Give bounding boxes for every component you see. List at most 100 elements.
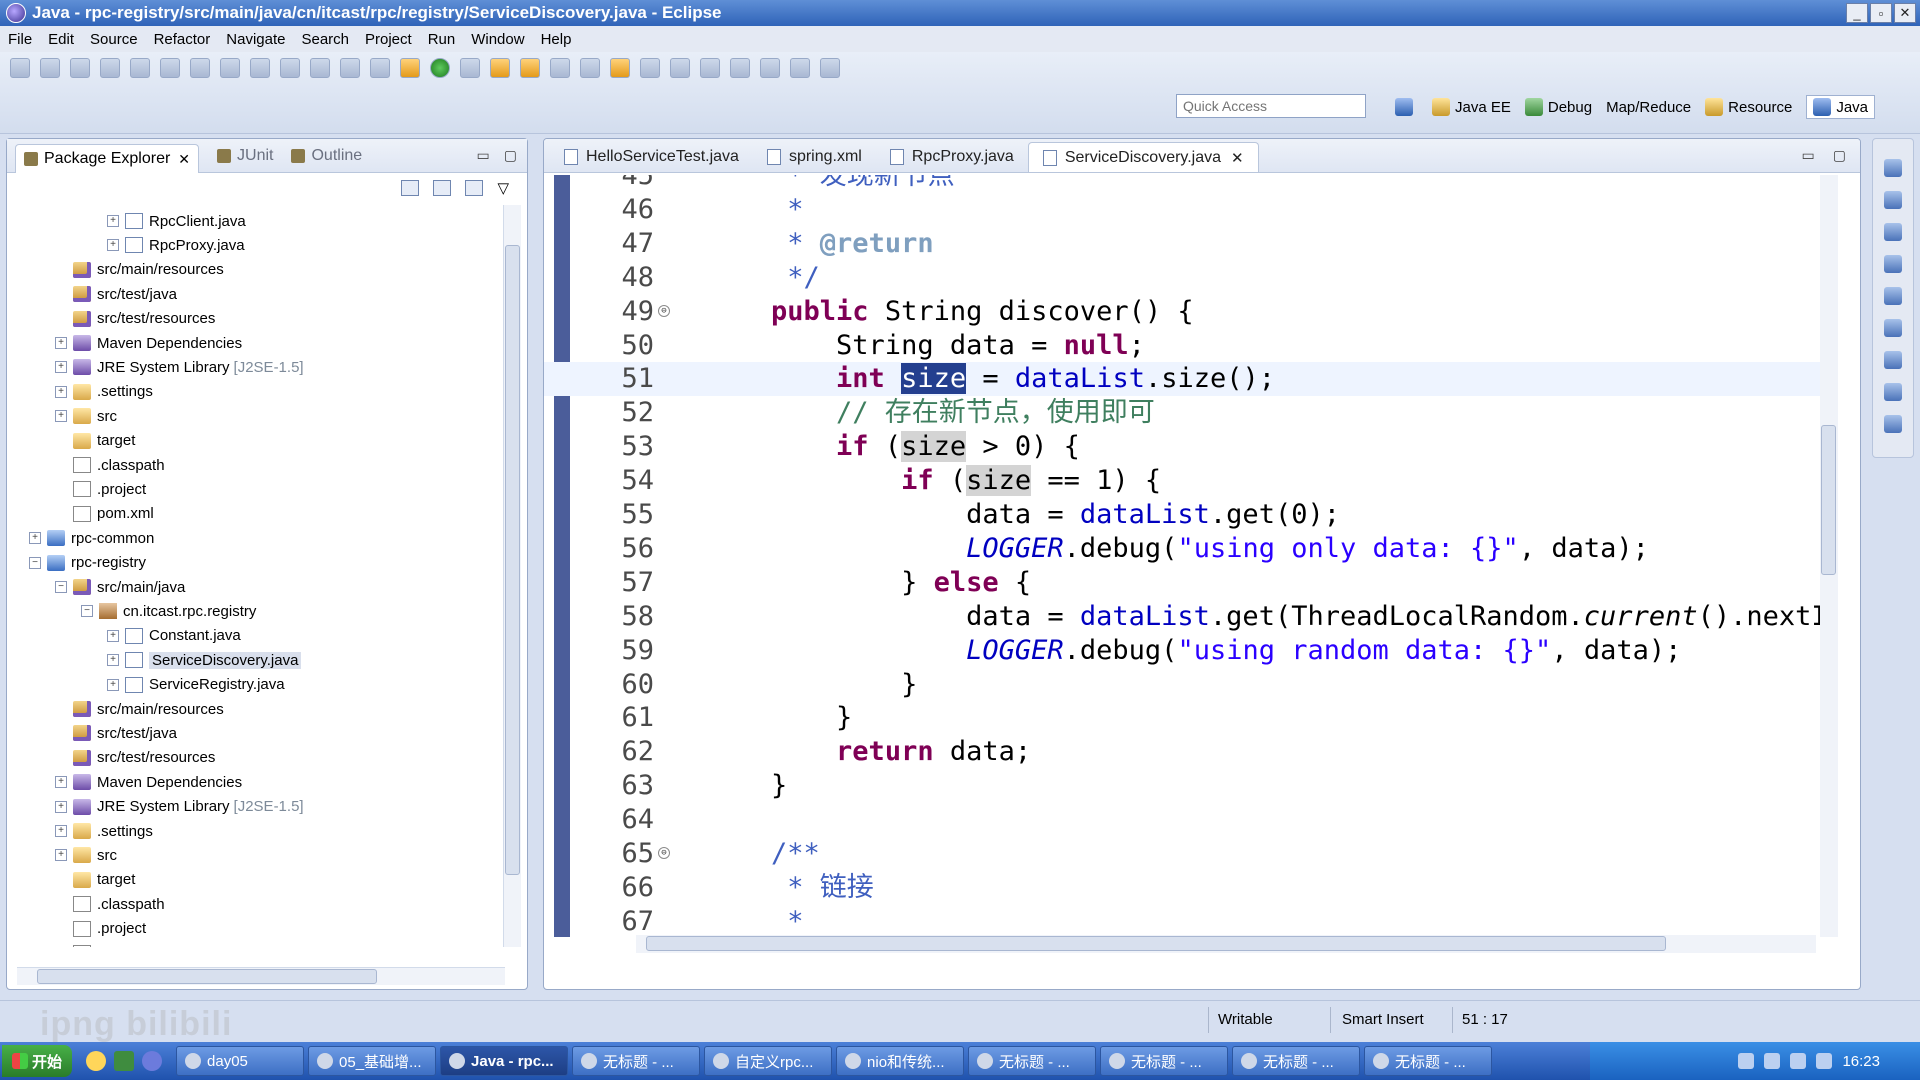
- taskbar-task[interactable]: Java - rpc...: [440, 1046, 569, 1076]
- editor-tab[interactable]: spring.xml: [753, 142, 876, 172]
- scroll-thumb[interactable]: [37, 969, 377, 984]
- perspective-java-ee[interactable]: Java EE: [1432, 98, 1511, 116]
- tray-icon[interactable]: [1764, 1053, 1781, 1069]
- open-type-icon[interactable]: [220, 58, 240, 78]
- run-icon[interactable]: [430, 58, 450, 78]
- tray-icon[interactable]: [1738, 1053, 1755, 1069]
- search-view-icon[interactable]: [1884, 287, 1902, 305]
- editor-tab[interactable]: ServiceDiscovery.java ✕: [1027, 142, 1259, 172]
- tree-item[interactable]: + JRE System Library [J2SE-1.5]: [55, 795, 304, 819]
- expand-icon[interactable]: +: [107, 654, 119, 667]
- tree-item[interactable]: .project: [55, 477, 146, 501]
- tree-item[interactable]: src/test/java: [55, 721, 177, 745]
- browser-icon[interactable]: [86, 1051, 107, 1071]
- close-button[interactable]: ✕: [1894, 3, 1916, 23]
- menu-search[interactable]: Search: [301, 31, 349, 48]
- tree-item[interactable]: + ServiceRegistry.java: [107, 673, 285, 697]
- taskbar-task[interactable]: 05_基础增...: [308, 1046, 437, 1076]
- open-perspective-button[interactable]: [1395, 98, 1418, 116]
- new-java-project-icon[interactable]: [130, 58, 150, 78]
- close-icon[interactable]: ✕: [178, 151, 190, 168]
- maximize-editor-icon[interactable]: ▢: [1833, 147, 1846, 164]
- expand-icon[interactable]: +: [107, 239, 119, 252]
- pin-icon[interactable]: [820, 58, 840, 78]
- quick-access-input[interactable]: [1176, 94, 1366, 118]
- maximize-view-icon[interactable]: ▢: [504, 147, 517, 164]
- annotation-icon[interactable]: [580, 58, 600, 78]
- save-icon[interactable]: [40, 58, 60, 78]
- tab-outline[interactable]: Outline: [291, 147, 362, 165]
- external-tools-icon[interactable]: [460, 58, 480, 78]
- debug-icon[interactable]: [400, 58, 420, 78]
- tree-item[interactable]: + .settings: [55, 380, 153, 404]
- taskbar-task[interactable]: 无标题 - ...: [1364, 1046, 1493, 1076]
- menu-window[interactable]: Window: [471, 31, 524, 48]
- view-menu-icon[interactable]: ▽: [497, 179, 509, 197]
- tree-horizontal-scrollbar[interactable]: [17, 967, 505, 985]
- network-icon[interactable]: [1790, 1053, 1807, 1069]
- collapse-icon[interactable]: −: [81, 605, 93, 618]
- menu-run[interactable]: Run: [428, 31, 456, 48]
- problems-icon[interactable]: [1884, 191, 1902, 209]
- expand-icon[interactable]: +: [55, 410, 67, 423]
- tree-item[interactable]: .classpath: [55, 892, 165, 916]
- tree-item[interactable]: src/test/resources: [55, 307, 215, 331]
- editor-tab[interactable]: HelloServiceTest.java: [550, 142, 753, 172]
- scroll-thumb[interactable]: [505, 245, 520, 875]
- tree-vertical-scrollbar[interactable]: [503, 205, 521, 947]
- code-area[interactable]: 45 * 发现新节点 46 * 47 * @return 48 */49 ⊖ publi…: [544, 175, 1834, 937]
- refresh-icon[interactable]: [160, 58, 180, 78]
- tab-package-explorer[interactable]: Package Explorer ✕: [15, 144, 200, 173]
- taskbar-task[interactable]: 自定义rpc...: [704, 1046, 833, 1076]
- start-button[interactable]: 开始: [2, 1045, 73, 1077]
- fold-toggle-icon[interactable]: ⊖: [658, 847, 670, 859]
- console-icon[interactable]: [1884, 319, 1902, 337]
- tree-item[interactable]: .project: [55, 917, 146, 941]
- expand-icon[interactable]: +: [55, 361, 67, 374]
- redo-icon[interactable]: [280, 58, 300, 78]
- perspective-resource[interactable]: Resource: [1705, 98, 1792, 116]
- collapse-all-icon[interactable]: [401, 180, 420, 196]
- undo-icon[interactable]: [250, 58, 270, 78]
- menu-help[interactable]: Help: [541, 31, 572, 48]
- link-with-editor-icon[interactable]: [433, 180, 452, 196]
- minimize-editor-icon[interactable]: ▭: [1802, 147, 1815, 164]
- taskbar-task[interactable]: nio和传统...: [836, 1046, 965, 1076]
- progress-icon[interactable]: [1884, 351, 1902, 369]
- restore-button[interactable]: ▫: [1870, 3, 1892, 23]
- new-icon[interactable]: [10, 58, 30, 78]
- menu-project[interactable]: Project: [365, 31, 412, 48]
- tree-item[interactable]: + JRE System Library [J2SE-1.5]: [55, 355, 304, 379]
- filter-icon[interactable]: [465, 180, 484, 196]
- javadoc-icon[interactable]: [1884, 223, 1902, 241]
- previous-annotation-icon[interactable]: [730, 58, 750, 78]
- volume-icon[interactable]: [1816, 1053, 1833, 1069]
- suspend-icon[interactable]: [340, 58, 360, 78]
- expand-icon[interactable]: +: [107, 215, 119, 227]
- tab-junit[interactable]: JUnit: [217, 147, 273, 165]
- tree-item[interactable]: + src: [55, 843, 117, 867]
- menu-refactor[interactable]: Refactor: [154, 31, 211, 48]
- taskbar-task[interactable]: 无标题 - ...: [1100, 1046, 1229, 1076]
- expand-icon[interactable]: +: [107, 629, 119, 642]
- declaration-icon[interactable]: [1884, 255, 1902, 273]
- desktop-icon[interactable]: [114, 1051, 135, 1071]
- tree-item[interactable]: .classpath: [55, 453, 165, 477]
- expand-icon[interactable]: +: [55, 776, 67, 789]
- expand-icon[interactable]: +: [55, 800, 67, 813]
- tree-item[interactable]: + Maven Dependencies: [55, 331, 242, 355]
- expand-icon[interactable]: +: [55, 825, 67, 837]
- collapse-icon[interactable]: −: [55, 581, 67, 593]
- menu-source[interactable]: Source: [90, 31, 138, 48]
- tree-item[interactable]: + ServiceDiscovery.java: [107, 648, 302, 672]
- menu-edit[interactable]: Edit: [48, 31, 74, 48]
- tree-item[interactable]: + RpcProxy.java: [107, 233, 245, 257]
- tree-item[interactable]: pom.xml: [55, 941, 154, 947]
- scroll-thumb[interactable]: [646, 936, 1666, 951]
- minimize-button[interactable]: _: [1846, 3, 1868, 23]
- close-icon[interactable]: ✕: [1231, 149, 1244, 167]
- expand-icon[interactable]: +: [55, 337, 67, 349]
- tree-item[interactable]: + Maven Dependencies: [55, 770, 242, 794]
- tree-item[interactable]: − src/main/java: [55, 575, 185, 599]
- save-all-icon[interactable]: [70, 58, 90, 78]
